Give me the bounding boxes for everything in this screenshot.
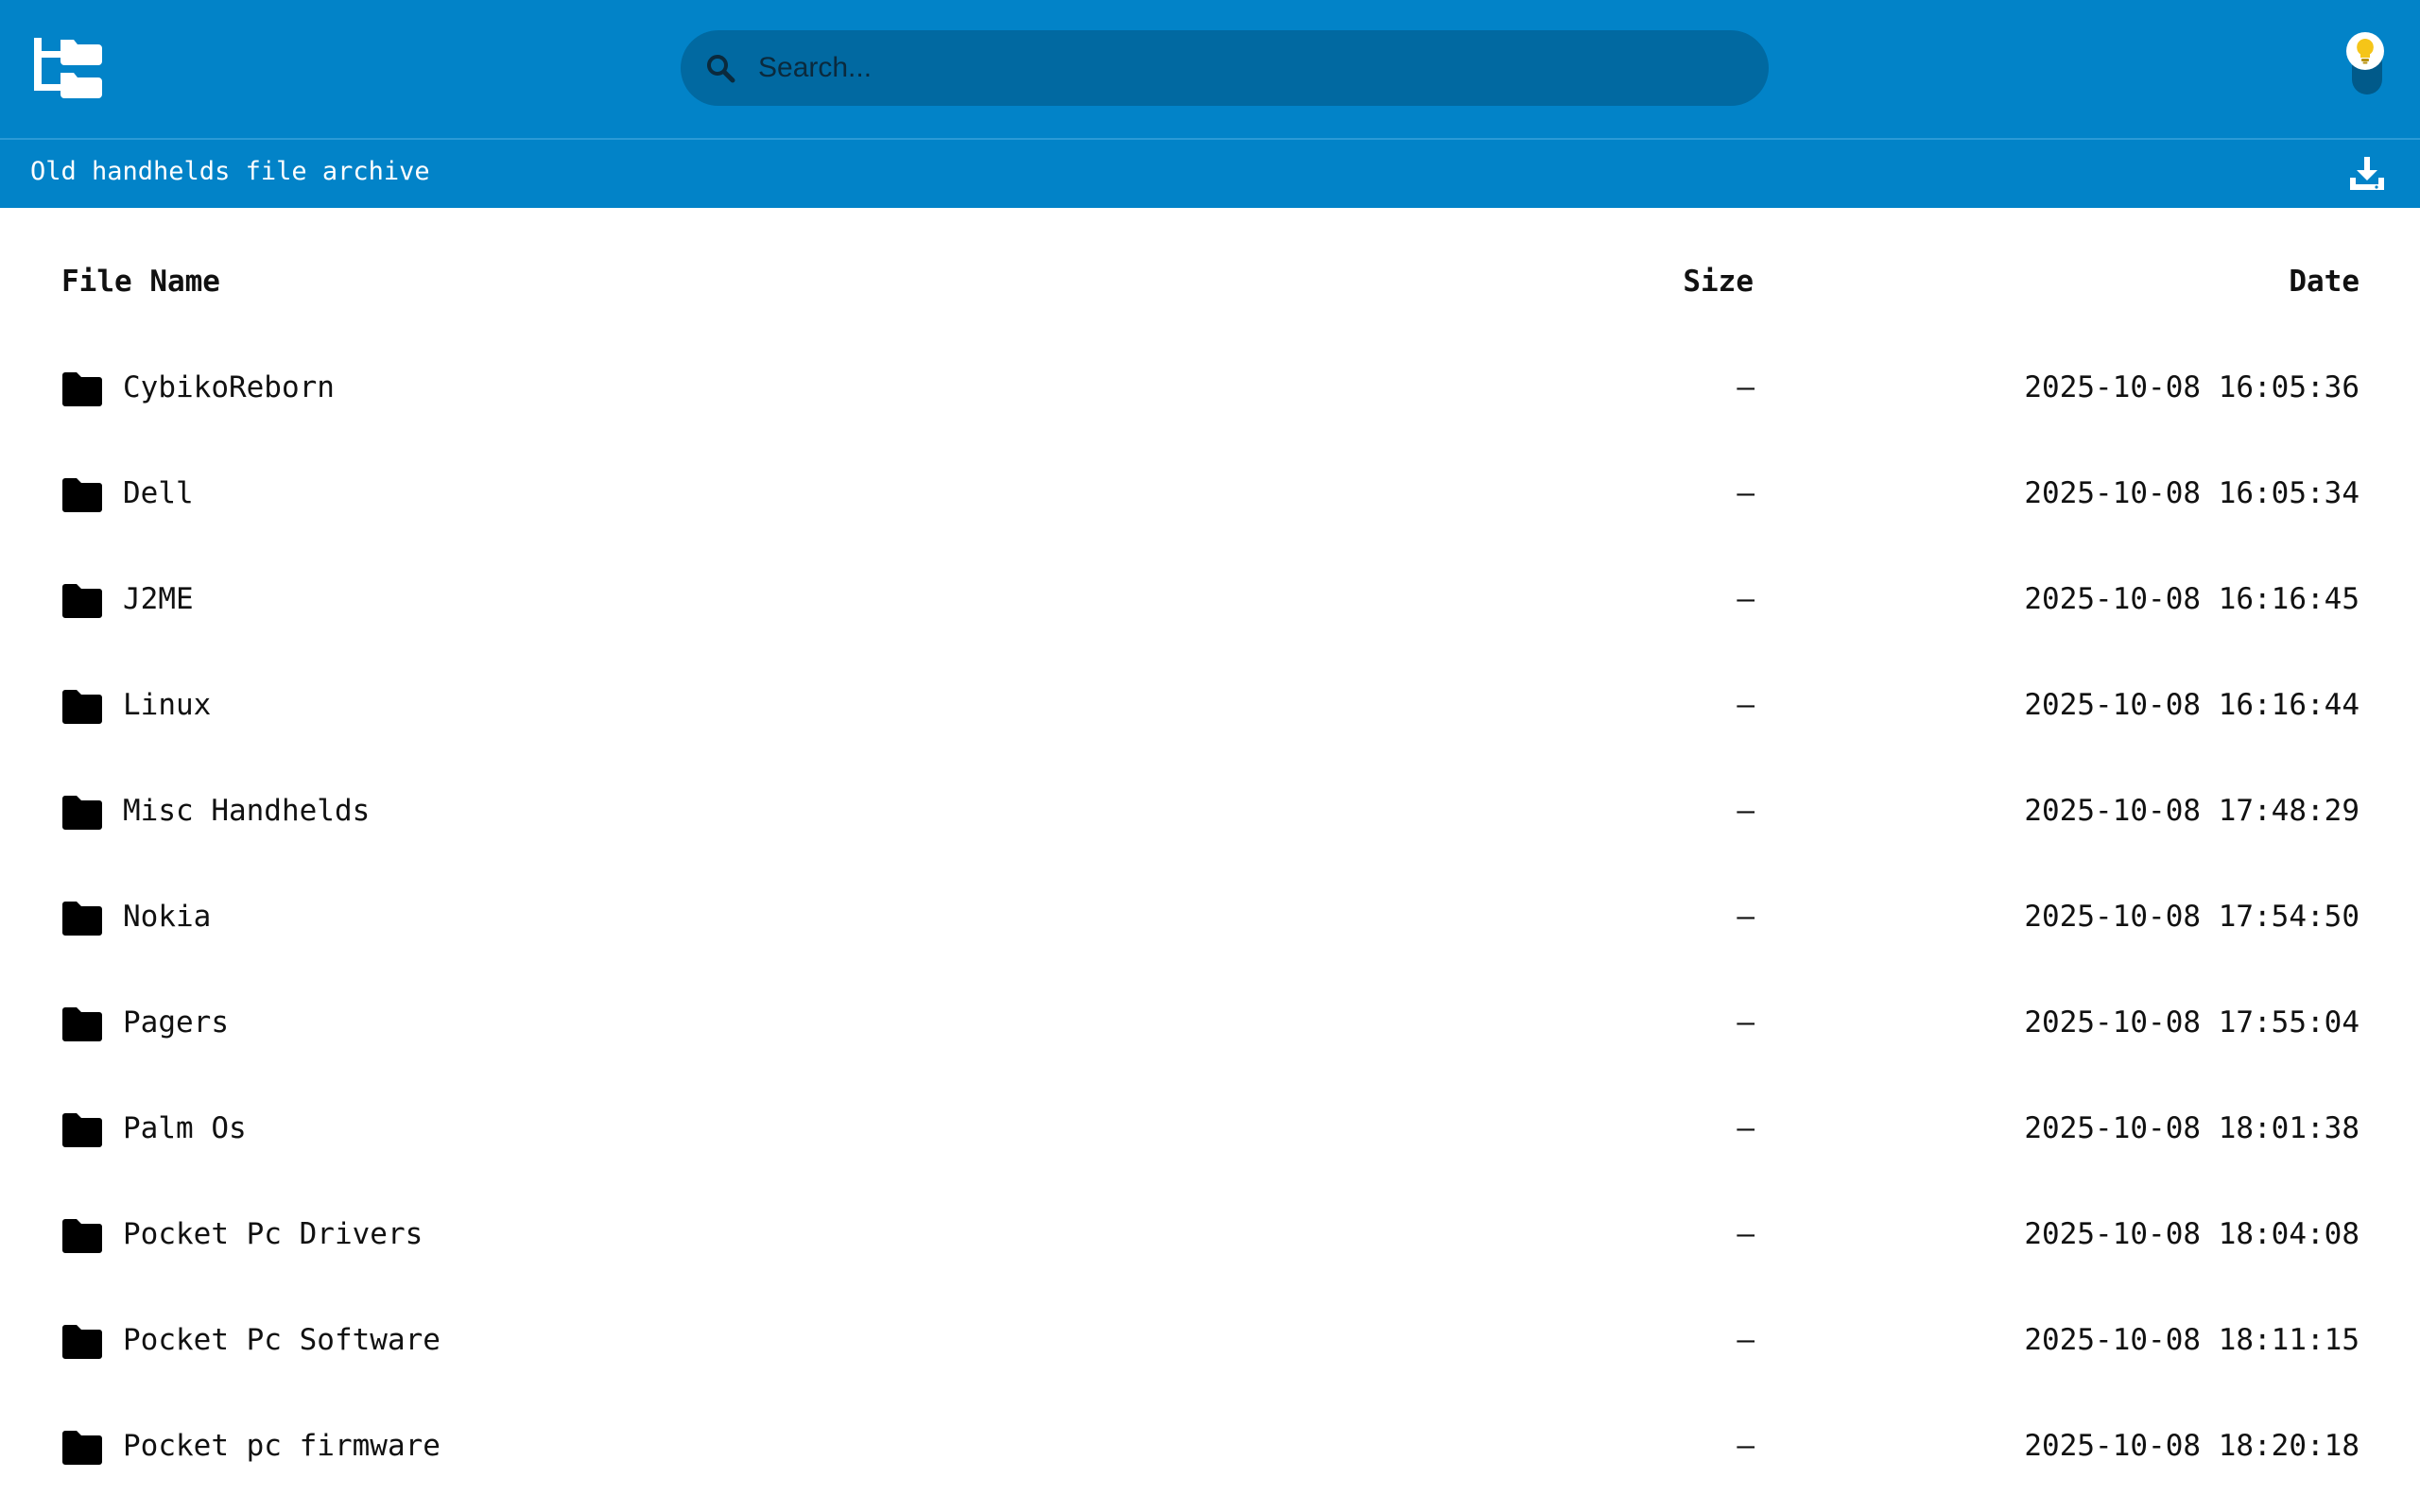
file-name[interactable]: Dell: [123, 476, 194, 510]
folder-icon: [62, 584, 102, 618]
file-date: 2025-10-08 18:11:15: [2024, 1323, 2360, 1357]
theme-toggle-knob: [2346, 32, 2384, 70]
table-row[interactable]: Pocket Pc Drivers — 2025-10-08 18:04:08: [0, 1200, 2420, 1306]
table-row[interactable]: Pocket pc firmware — 2025-10-08 18:20:18: [0, 1412, 2420, 1512]
file-date: 2025-10-08 17:48:29: [2024, 794, 2360, 828]
column-header-name[interactable]: File Name: [61, 265, 220, 299]
folder-icon: [62, 1007, 102, 1041]
folder-icon: [62, 1431, 102, 1465]
file-date: 2025-10-08 16:05:36: [2024, 370, 2360, 404]
table-row[interactable]: Linux — 2025-10-08 16:16:44: [0, 671, 2420, 777]
table-row[interactable]: Pagers — 2025-10-08 17:55:04: [0, 988, 2420, 1094]
table-row[interactable]: CybikoReborn — 2025-10-08 16:05:36: [0, 353, 2420, 459]
folder-icon: [62, 902, 102, 936]
theme-toggle[interactable]: [2346, 28, 2384, 100]
folder-icon: [62, 1325, 102, 1359]
file-size: —: [1737, 1323, 1754, 1357]
table-header: File Name Size Date: [0, 265, 2420, 312]
file-name[interactable]: Pocket pc firmware: [123, 1429, 441, 1463]
top-bar: [0, 0, 2420, 138]
search-icon: [707, 55, 735, 83]
folder-icon: [62, 1113, 102, 1147]
column-header-size[interactable]: Size: [1683, 265, 1754, 299]
file-name[interactable]: Linux: [123, 688, 211, 722]
file-size: —: [1737, 1111, 1754, 1145]
table-row[interactable]: Dell — 2025-10-08 16:05:34: [0, 459, 2420, 565]
search-input[interactable]: [756, 30, 1749, 106]
file-name[interactable]: Misc Handhelds: [123, 794, 370, 828]
table-row[interactable]: Nokia — 2025-10-08 17:54:50: [0, 883, 2420, 988]
file-size: —: [1737, 476, 1754, 510]
file-date: 2025-10-08 16:16:45: [2024, 582, 2360, 616]
file-size: —: [1737, 1005, 1754, 1040]
file-date: 2025-10-08 17:55:04: [2024, 1005, 2360, 1040]
folder-icon: [62, 478, 102, 512]
file-name[interactable]: J2ME: [123, 582, 194, 616]
table-row[interactable]: Misc Handhelds — 2025-10-08 17:48:29: [0, 777, 2420, 883]
file-name[interactable]: Pagers: [123, 1005, 229, 1040]
file-size: —: [1737, 900, 1754, 934]
file-name[interactable]: Pocket Pc Software: [123, 1323, 441, 1357]
file-date: 2025-10-08 17:54:50: [2024, 900, 2360, 934]
file-date: 2025-10-08 18:20:18: [2024, 1429, 2360, 1463]
file-size: —: [1737, 688, 1754, 722]
archive-title: Old handhelds file archive: [30, 157, 430, 186]
file-name[interactable]: CybikoReborn: [123, 370, 335, 404]
file-date: 2025-10-08 18:01:38: [2024, 1111, 2360, 1145]
file-size: —: [1737, 1429, 1754, 1463]
file-table: File Name Size Date CybikoReborn — 2025-…: [0, 208, 2420, 1512]
file-size: —: [1737, 1217, 1754, 1251]
folder-icon: [62, 1219, 102, 1253]
search-bar[interactable]: [681, 30, 1769, 106]
table-row[interactable]: Pocket Pc Software — 2025-10-08 18:11:15: [0, 1306, 2420, 1412]
folder-icon: [62, 796, 102, 830]
file-date: 2025-10-08 16:05:34: [2024, 476, 2360, 510]
file-name[interactable]: Palm Os: [123, 1111, 247, 1145]
file-date: 2025-10-08 18:04:08: [2024, 1217, 2360, 1251]
column-header-date[interactable]: Date: [2289, 265, 2360, 299]
file-size: —: [1737, 582, 1754, 616]
download-icon[interactable]: [2348, 155, 2386, 193]
file-size: —: [1737, 370, 1754, 404]
table-body: CybikoReborn — 2025-10-08 16:05:36 Dell …: [0, 353, 2420, 1512]
folder-icon: [62, 690, 102, 724]
table-row[interactable]: J2ME — 2025-10-08 16:16:45: [0, 565, 2420, 671]
table-row[interactable]: Palm Os — 2025-10-08 18:01:38: [0, 1094, 2420, 1200]
folder-icon: [62, 372, 102, 406]
file-name[interactable]: Nokia: [123, 900, 211, 934]
file-name[interactable]: Pocket Pc Drivers: [123, 1217, 423, 1251]
archive-bar: Old handhelds file archive: [0, 138, 2420, 208]
folder-tree-icon[interactable]: [34, 38, 102, 98]
file-date: 2025-10-08 16:16:44: [2024, 688, 2360, 722]
file-size: —: [1737, 794, 1754, 828]
lightbulb-icon: [2357, 39, 2374, 64]
